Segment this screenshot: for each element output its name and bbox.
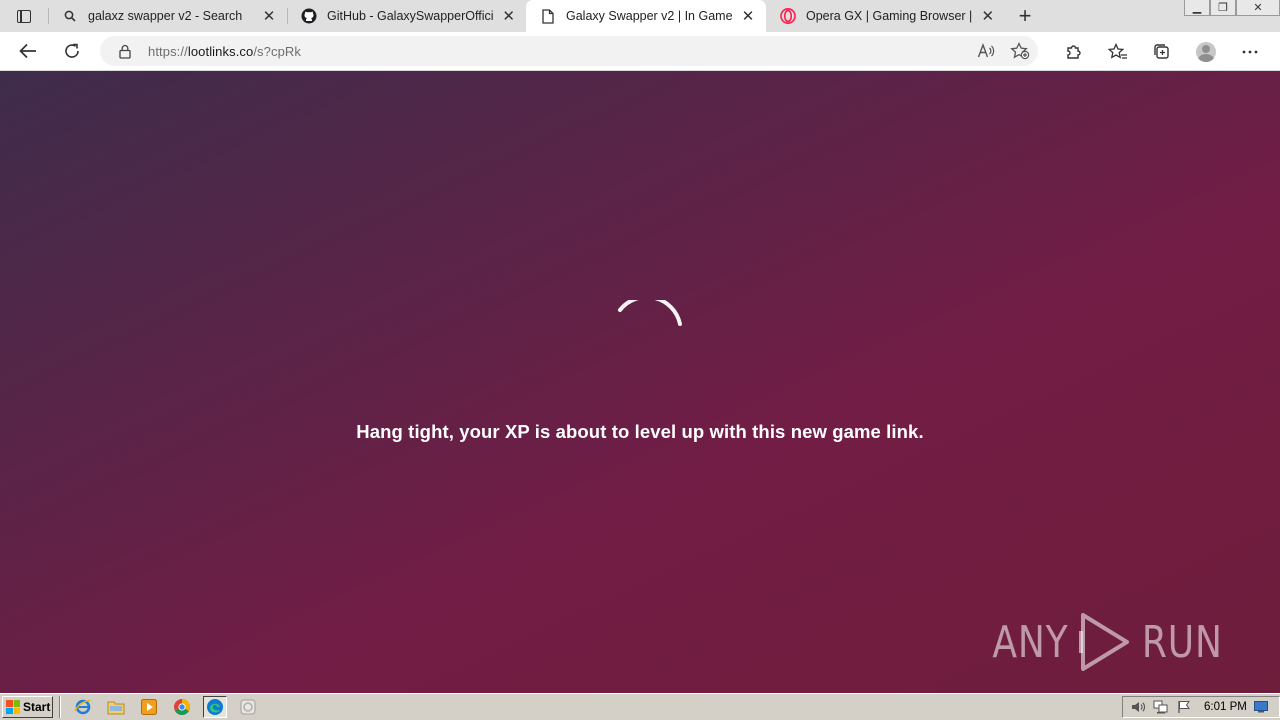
minimize-icon: ▁	[1192, 2, 1202, 14]
puzzle-icon	[1067, 44, 1081, 59]
github-icon	[301, 8, 317, 24]
collections-button[interactable]	[1140, 36, 1184, 68]
star-list-icon	[1108, 42, 1127, 59]
file-explorer-button[interactable]	[104, 696, 128, 718]
edge-button[interactable]	[203, 696, 227, 718]
tab-galaxy-swapper[interactable]: Galaxy Swapper v2 | In Game ✕	[526, 0, 766, 32]
address-bar[interactable]: https://lootlinks.co/s?cpRk	[100, 36, 1038, 66]
volume-icon[interactable]	[1129, 699, 1146, 715]
restore-icon: ❐	[1218, 2, 1228, 14]
taskbar: Start 6:01 PM	[0, 693, 1280, 720]
read-aloud-icon[interactable]	[976, 41, 996, 61]
windows-logo-icon	[6, 700, 20, 714]
play-icon	[1079, 613, 1130, 671]
clock[interactable]: 6:01 PM	[1204, 701, 1247, 713]
start-label: Start	[23, 700, 51, 714]
close-window-button[interactable]: ✕	[1236, 0, 1280, 16]
app-button[interactable]	[236, 696, 260, 718]
page-icon	[540, 8, 556, 24]
add-favorite-icon[interactable]	[1010, 41, 1030, 61]
close-icon[interactable]: ✕	[501, 8, 516, 25]
arrow-left-icon	[19, 43, 36, 59]
favorites-button[interactable]	[1096, 36, 1140, 68]
chrome-button[interactable]	[170, 696, 194, 718]
more-icon	[1242, 50, 1258, 53]
network-icon[interactable]	[1152, 699, 1169, 715]
url-host: lootlinks.co	[187, 43, 254, 59]
avatar	[1196, 41, 1216, 62]
tab-actions-button[interactable]	[0, 0, 48, 32]
tab-title: Galaxy Swapper v2 | In Game	[566, 9, 733, 23]
page-content: Hang tight, your XP is about to level up…	[0, 71, 1280, 693]
tab-github[interactable]: GitHub - GalaxySwapperOfficial/ ✕	[287, 0, 526, 32]
watermark: ANY RUN	[984, 611, 1232, 673]
media-player-icon	[141, 699, 157, 715]
settings-menu-button[interactable]	[1228, 36, 1272, 68]
url-text: https://lootlinks.co/s?cpRk	[148, 44, 301, 59]
restore-button[interactable]: ❐	[1210, 0, 1236, 16]
close-icon: ✕	[1253, 2, 1263, 14]
tab-opera-gx[interactable]: Opera GX | Gaming Browser | Op ✕	[766, 0, 1005, 32]
address-bar-actions	[976, 36, 1030, 66]
watermark-left-text: ANY	[992, 616, 1069, 668]
system-tray: 6:01 PM	[1122, 696, 1280, 718]
internet-explorer-icon	[74, 699, 91, 715]
browser-toolbar: https://lootlinks.co/s?cpRk	[0, 32, 1280, 71]
action-center-flag-icon[interactable]	[1175, 699, 1192, 715]
close-icon[interactable]: ✕	[740, 8, 756, 25]
close-icon[interactable]: ✕	[261, 8, 277, 25]
close-icon[interactable]: ✕	[981, 8, 995, 25]
tab-separator	[48, 8, 49, 24]
url-scheme: https://	[148, 43, 188, 59]
collections-icon	[1154, 43, 1169, 59]
window-controls: ▁ ❐ ✕	[1184, 0, 1280, 18]
tab-title: Opera GX | Gaming Browser | Op	[806, 9, 973, 23]
toolbar-right	[1052, 32, 1272, 71]
internet-explorer-button[interactable]	[71, 696, 95, 718]
chrome-icon	[174, 699, 190, 715]
new-tab-button[interactable]: +	[1005, 0, 1045, 32]
refresh-icon	[65, 43, 79, 58]
plus-icon: +	[1018, 3, 1032, 28]
tab-actions-icon	[17, 9, 31, 23]
watermark-right-text: RUN	[1142, 616, 1224, 668]
minimize-button[interactable]: ▁	[1184, 0, 1210, 16]
taskbar-separator	[59, 696, 61, 718]
folder-icon	[107, 701, 125, 715]
opera-icon	[780, 8, 796, 24]
lock-icon[interactable]	[118, 43, 132, 59]
tab-title: GitHub - GalaxySwapperOfficial/	[327, 9, 494, 23]
loading-message: Hang tight, your XP is about to level up…	[356, 421, 924, 442]
show-desktop-icon[interactable]	[1253, 699, 1270, 715]
loading-spinner-icon	[618, 300, 682, 326]
quick-launch	[71, 696, 260, 718]
edge-icon	[207, 699, 223, 715]
media-player-button[interactable]	[137, 696, 161, 718]
extensions-button[interactable]	[1052, 36, 1096, 68]
search-icon	[62, 8, 78, 24]
refresh-button[interactable]	[52, 35, 92, 67]
url-path: /s?cpRk	[253, 43, 302, 59]
app-icon	[240, 699, 256, 715]
tab-title: galaxz swapper v2 - Search	[88, 9, 243, 23]
tab-strip: galaxz swapper v2 - Search ✕ GitHub - Ga…	[0, 0, 1280, 32]
tab-separator	[287, 8, 288, 24]
back-button[interactable]	[8, 35, 48, 67]
start-button[interactable]: Start	[2, 696, 53, 718]
tab-search[interactable]: galaxz swapper v2 - Search ✕	[48, 0, 287, 32]
profile-button[interactable]	[1184, 36, 1228, 68]
